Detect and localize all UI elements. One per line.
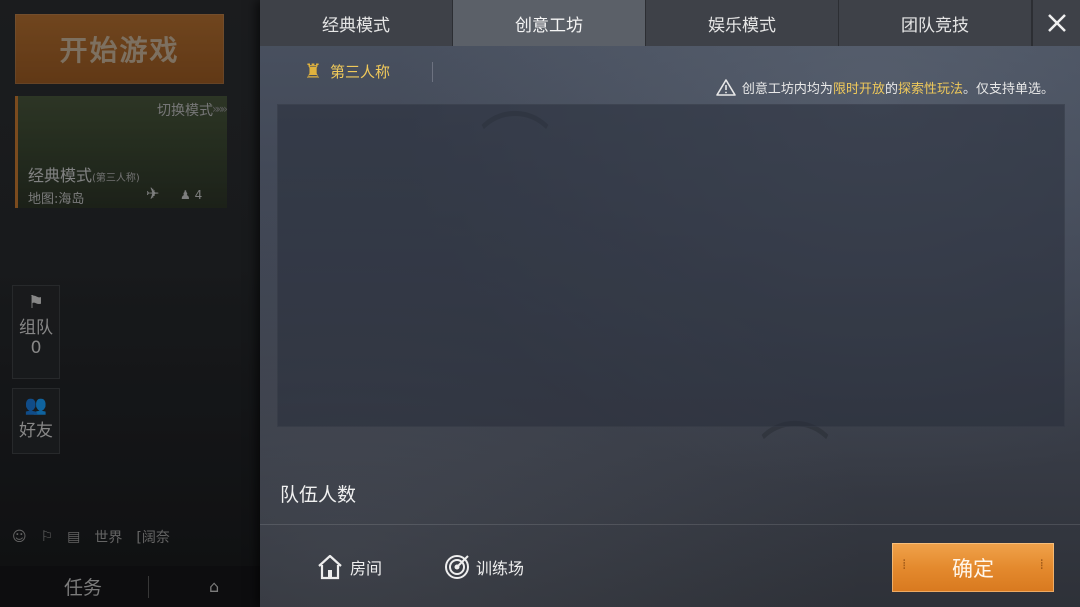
room-button[interactable]: 房间 — [316, 554, 382, 580]
notice-text: 创意工坊内均为限时开放的探索性玩法。仅支持单选。 — [716, 78, 1054, 97]
tab-team-deathmatch[interactable]: 团队竞技 — [839, 0, 1032, 46]
confirm-button[interactable]: 确定 — [892, 543, 1054, 592]
notice-line: 创意工坊内均为限时开放的探索性玩法。仅支持单选。 — [742, 78, 1054, 97]
house-icon — [318, 554, 342, 580]
lobby-background: 开始游戏 切换模式 »»» 经典模式(第三人称) 地图:海岛 ✈ ♟ 4 ⚑ 组… — [0, 0, 260, 607]
notice-suffix: 。仅支持单选。 — [962, 82, 1054, 97]
perspective-divider — [432, 62, 433, 82]
notice-prefix: 创意工坊内均为 — [741, 82, 833, 97]
third-person-icon: ♜ — [304, 59, 322, 83]
perspective-label: 第三人称 — [329, 62, 390, 81]
dim-overlay — [0, 0, 260, 607]
tab-entertainment[interactable]: 娱乐模式 — [646, 0, 839, 46]
mode-select-panel: ⌒ ⌒ 经典模式 创意工坊 娱乐模式 团队竞技 ♜ 第三人称 创意工坊内均为限时… — [260, 0, 1080, 607]
target-icon — [445, 555, 469, 579]
room-label: 房间 — [350, 559, 383, 578]
tab-classic[interactable]: 经典模式 — [260, 0, 453, 46]
warning-icon — [716, 79, 736, 96]
team-size-label: 队伍人数 — [280, 484, 357, 506]
mode-list-area[interactable] — [277, 104, 1065, 427]
confirm-label: 确定 — [952, 556, 994, 581]
notice-highlight-limited: 限时开放 — [832, 82, 885, 97]
tab-creative-workshop[interactable]: 创意工坊 — [453, 0, 646, 46]
training-label: 训练场 — [476, 559, 525, 578]
notice-middle: 的 — [884, 82, 898, 97]
mode-tabs: 经典模式 创意工坊 娱乐模式 团队竞技 — [260, 0, 1032, 46]
perspective-toggle[interactable]: ♜ 第三人称 — [304, 59, 390, 83]
close-icon — [1048, 14, 1066, 32]
footer-divider — [260, 524, 1080, 525]
close-button[interactable] — [1032, 0, 1080, 46]
training-ground-button[interactable]: 训练场 — [444, 554, 524, 580]
notice-highlight-explore: 探索性玩法 — [897, 82, 963, 97]
